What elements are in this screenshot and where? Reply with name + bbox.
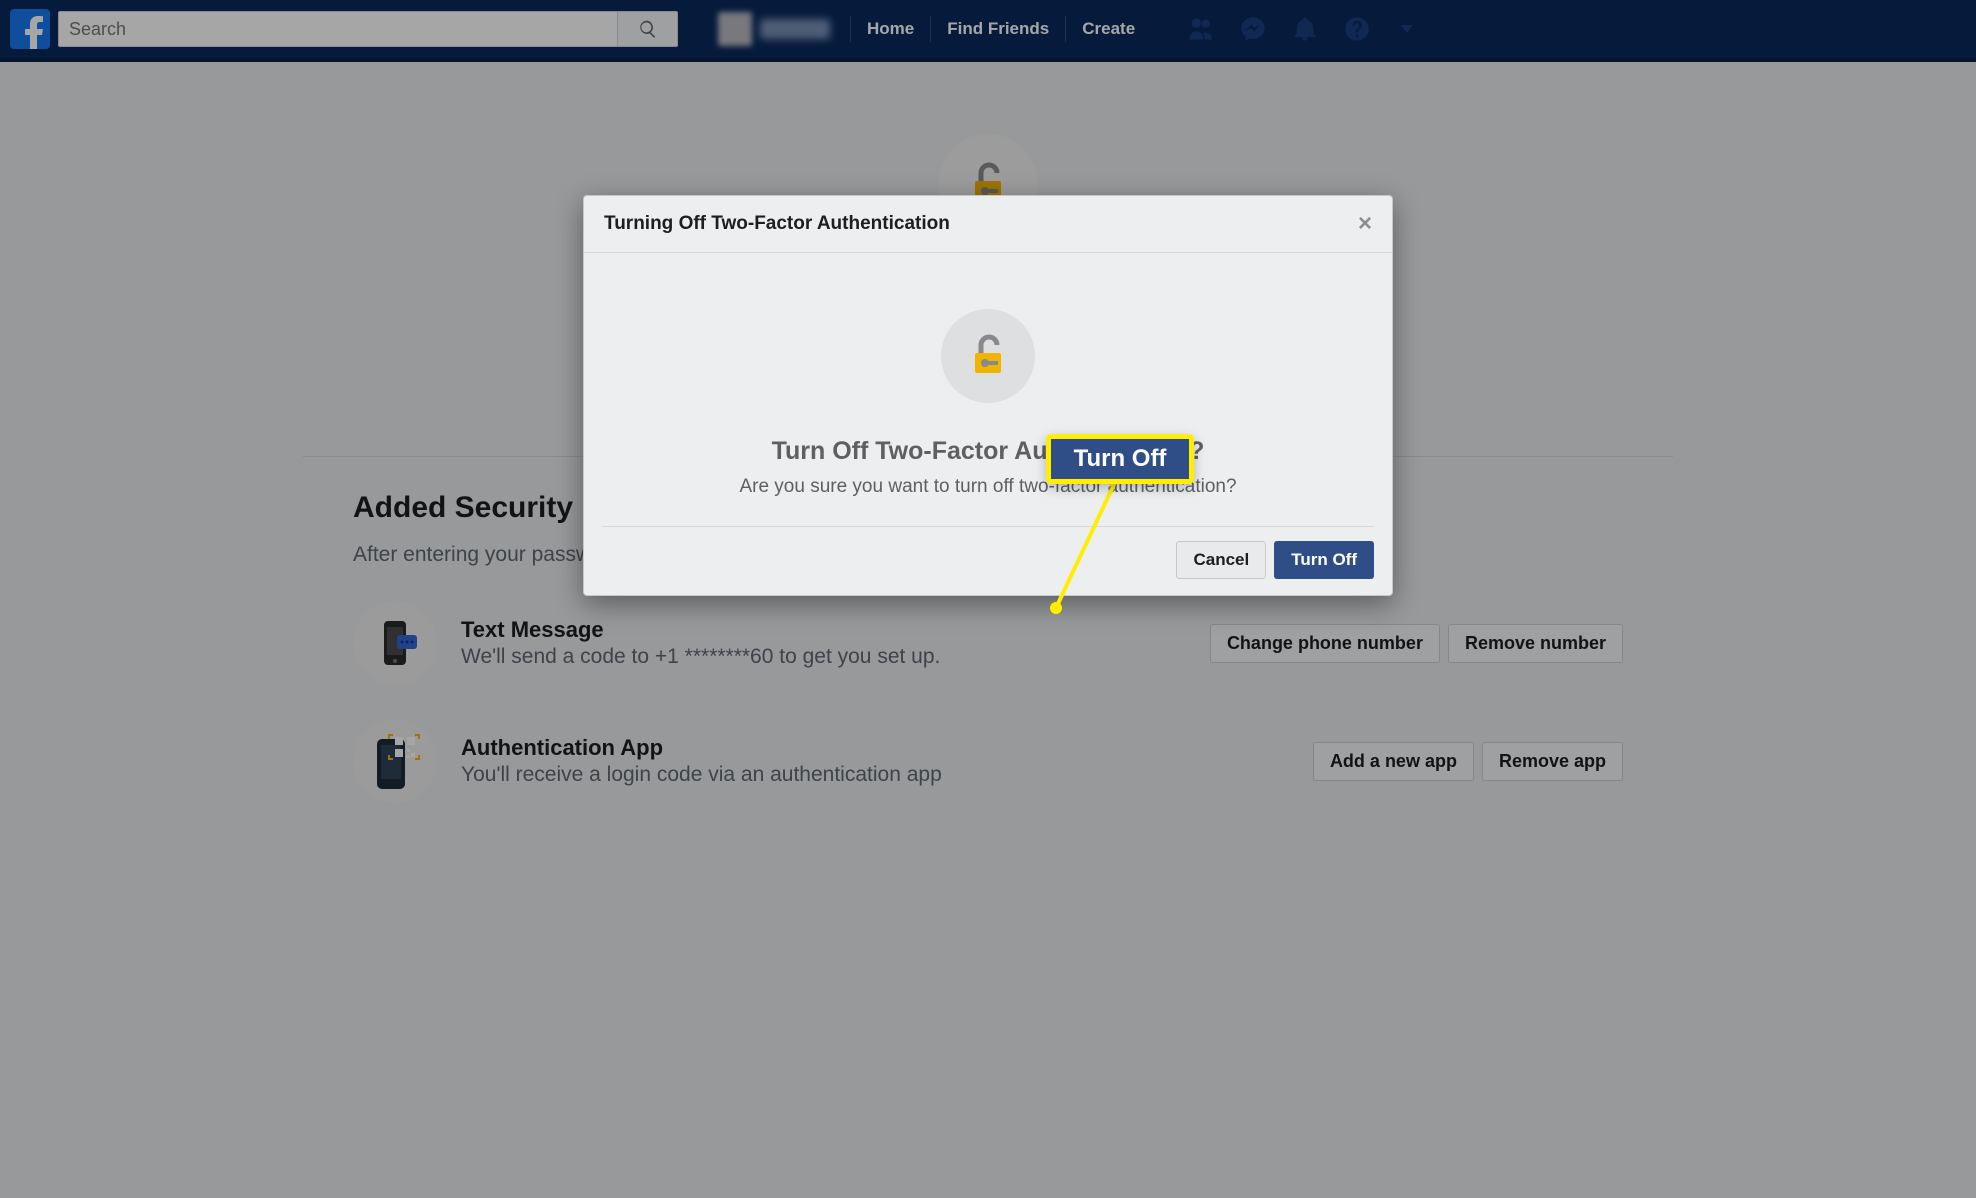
dialog-heading: Turn Off Two-Factor Authentication?	[624, 437, 1352, 466]
close-icon[interactable]: ×	[1358, 212, 1372, 236]
dialog-title: Turning Off Two-Factor Authentication	[604, 213, 950, 235]
dialog-lock-icon	[941, 309, 1035, 403]
turn-off-button[interactable]: Turn Off	[1274, 541, 1374, 579]
cancel-button[interactable]: Cancel	[1176, 541, 1266, 579]
turn-off-2fa-dialog: Turning Off Two-Factor Authentication × …	[583, 195, 1393, 596]
modal-overlay: Turning Off Two-Factor Authentication × …	[0, 0, 1976, 1198]
callout-turn-off: Turn Off	[1046, 434, 1194, 484]
dialog-body-text: Are you sure you want to turn off two-fa…	[624, 476, 1352, 498]
